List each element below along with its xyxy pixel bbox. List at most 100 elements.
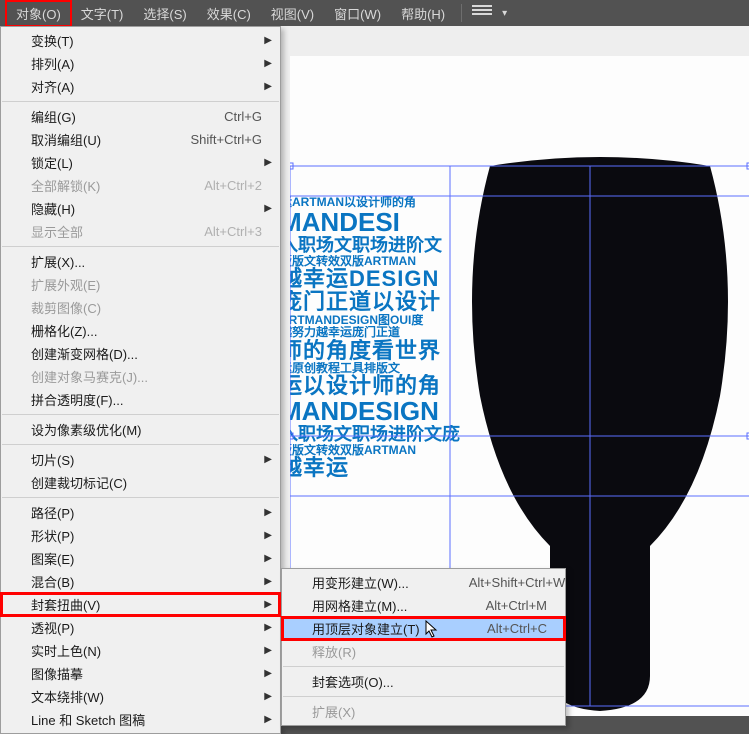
menu-separator	[2, 246, 279, 247]
menu-view[interactable]: 视图(V)	[261, 1, 324, 26]
main-menu-item[interactable]: 混合(B)▶	[1, 570, 280, 593]
submenu-arrow-icon: ▶	[264, 454, 272, 465]
menubar-separator	[461, 4, 462, 22]
menu-item-label: 图案(E)	[31, 549, 262, 568]
main-menu-item[interactable]: 栅格化(Z)...	[1, 319, 280, 342]
main-menu-item[interactable]: 取消编组(U)Shift+Ctrl+G	[1, 128, 280, 151]
submenu-arrow-icon: ▶	[264, 58, 272, 69]
main-menu-item: 裁剪图像(C)	[1, 296, 280, 319]
menu-type[interactable]: 文字(T)	[71, 1, 134, 26]
main-menu-item[interactable]: 形状(P)▶	[1, 524, 280, 547]
submenu-arrow-icon: ▶	[264, 714, 272, 725]
menu-separator	[2, 101, 279, 102]
main-menu-item[interactable]: 创建裁切标记(C)	[1, 471, 280, 494]
menu-item-label: 释放(R)	[312, 642, 547, 661]
main-menu-item[interactable]: 排列(A)▶	[1, 52, 280, 75]
submenu-arrow-icon: ▶	[264, 35, 272, 46]
menu-item-label: 裁剪图像(C)	[31, 298, 262, 317]
main-menu-item[interactable]: 图案(E)▶	[1, 547, 280, 570]
menu-item-label: 封套选项(O)...	[312, 672, 547, 691]
main-menu-item[interactable]: 隐藏(H)▶	[1, 197, 280, 220]
submenu-arrow-icon: ▶	[264, 203, 272, 214]
menu-separator	[2, 414, 279, 415]
submenu-arrow-icon: ▶	[264, 157, 272, 168]
menu-item-label: 实时上色(N)	[31, 641, 262, 660]
submenu-arrow-icon: ▶	[264, 645, 272, 656]
main-menu-item[interactable]: Line 和 Sketch 图稿▶	[1, 708, 280, 731]
menu-item-label: 文本绕排(W)	[31, 687, 262, 706]
main-menu-item[interactable]: 图像描摹▶	[1, 662, 280, 685]
menu-item-label: 透视(P)	[31, 618, 262, 637]
menu-item-label: 变换(T)	[31, 31, 262, 50]
menu-item-label: 栅格化(Z)...	[31, 321, 262, 340]
menu-item-label: 设为像素级优化(M)	[31, 420, 262, 439]
submenu-arrow-icon: ▶	[264, 599, 272, 610]
envelope-distort-submenu: 用变形建立(W)...Alt+Shift+Ctrl+W用网格建立(M)...Al…	[281, 568, 566, 726]
menu-separator	[2, 444, 279, 445]
main-menu-item: 创建对象马赛克(J)...	[1, 365, 280, 388]
menu-window[interactable]: 窗口(W)	[324, 1, 391, 26]
sub-menu-item[interactable]: 封套选项(O)...	[282, 670, 565, 693]
menu-item-label: 全部解锁(K)	[31, 176, 204, 195]
main-menu-item[interactable]: 透视(P)▶	[1, 616, 280, 639]
menu-separator	[283, 666, 564, 667]
menu-separator	[2, 497, 279, 498]
main-menu-item[interactable]: 锁定(L)▶	[1, 151, 280, 174]
align-icon[interactable]	[472, 5, 492, 21]
menu-select[interactable]: 选择(S)	[133, 1, 196, 26]
mouse-cursor-icon	[425, 620, 439, 638]
sub-menu-item[interactable]: 用变形建立(W)...Alt+Shift+Ctrl+W	[282, 571, 565, 594]
menu-help[interactable]: 帮助(H)	[391, 1, 455, 26]
menu-item-label: 编组(G)	[31, 107, 224, 126]
menu-object[interactable]: 对象(O)	[6, 1, 71, 26]
menu-item-label: 用网格建立(M)...	[312, 596, 486, 615]
menu-item-label: 扩展外观(E)	[31, 275, 262, 294]
main-menu-item[interactable]: 设为像素级优化(M)	[1, 418, 280, 441]
chevron-down-icon[interactable]: ▾	[498, 8, 511, 19]
menu-item-label: 扩展(X)	[312, 702, 547, 721]
main-menu-item[interactable]: 扩展(X)...	[1, 250, 280, 273]
menu-item-label: 形状(P)	[31, 526, 262, 545]
main-menu-item[interactable]: 封套扭曲(V)▶	[1, 593, 280, 616]
menu-item-label: 切片(S)	[31, 450, 262, 469]
sub-menu-item[interactable]: 用网格建立(M)...Alt+Ctrl+M	[282, 594, 565, 617]
menu-item-label: 锁定(L)	[31, 153, 262, 172]
submenu-arrow-icon: ▶	[264, 553, 272, 564]
menu-item-label: 隐藏(H)	[31, 199, 262, 218]
submenu-arrow-icon: ▶	[264, 691, 272, 702]
menu-item-label: 取消编组(U)	[31, 130, 190, 149]
main-menu-item[interactable]: 创建渐变网格(D)...	[1, 342, 280, 365]
menu-item-shortcut: Alt+Ctrl+M	[486, 598, 547, 613]
menu-item-label: 拼合透明度(F)...	[31, 390, 262, 409]
menu-item-label: 创建对象马赛克(J)...	[31, 367, 262, 386]
submenu-arrow-icon: ▶	[264, 507, 272, 518]
menu-item-label: 封套扭曲(V)	[31, 595, 262, 614]
menu-item-label: 路径(P)	[31, 503, 262, 522]
menu-item-shortcut: Alt+Ctrl+2	[204, 178, 262, 193]
menu-item-label: 创建渐变网格(D)...	[31, 344, 262, 363]
menu-item-shortcut: Shift+Ctrl+G	[190, 132, 262, 147]
main-menu-item[interactable]: 变换(T)▶	[1, 29, 280, 52]
main-menu-item[interactable]: 拼合透明度(F)...	[1, 388, 280, 411]
menu-item-label: 对齐(A)	[31, 77, 262, 96]
menu-effect[interactable]: 效果(C)	[197, 1, 261, 26]
submenu-arrow-icon: ▶	[264, 668, 272, 679]
menu-item-shortcut: Alt+Shift+Ctrl+W	[469, 575, 565, 590]
menu-item-shortcut: Ctrl+G	[224, 109, 262, 124]
menu-item-label: 创建裁切标记(C)	[31, 473, 262, 492]
sub-menu-item[interactable]: 用顶层对象建立(T)Alt+Ctrl+C	[282, 617, 565, 640]
main-menu-item[interactable]: 对齐(A)▶	[1, 75, 280, 98]
main-menu-item[interactable]: 实时上色(N)▶	[1, 639, 280, 662]
main-menu-item[interactable]: 切片(S)▶	[1, 448, 280, 471]
main-menu-item[interactable]: 路径(P)▶	[1, 501, 280, 524]
menu-item-shortcut: Alt+Ctrl+3	[204, 224, 262, 239]
main-menu-item: 显示全部Alt+Ctrl+3	[1, 220, 280, 243]
submenu-arrow-icon: ▶	[264, 81, 272, 92]
sub-menu-item: 扩展(X)	[282, 700, 565, 723]
object-menu: 变换(T)▶排列(A)▶对齐(A)▶编组(G)Ctrl+G取消编组(U)Shif…	[0, 26, 281, 734]
main-menu-item[interactable]: 编组(G)Ctrl+G	[1, 105, 280, 128]
menu-separator	[283, 696, 564, 697]
toolbar-icons: ▾	[472, 5, 511, 21]
main-menu-item[interactable]: 文本绕排(W)▶	[1, 685, 280, 708]
menu-item-label: 用变形建立(W)...	[312, 573, 469, 592]
